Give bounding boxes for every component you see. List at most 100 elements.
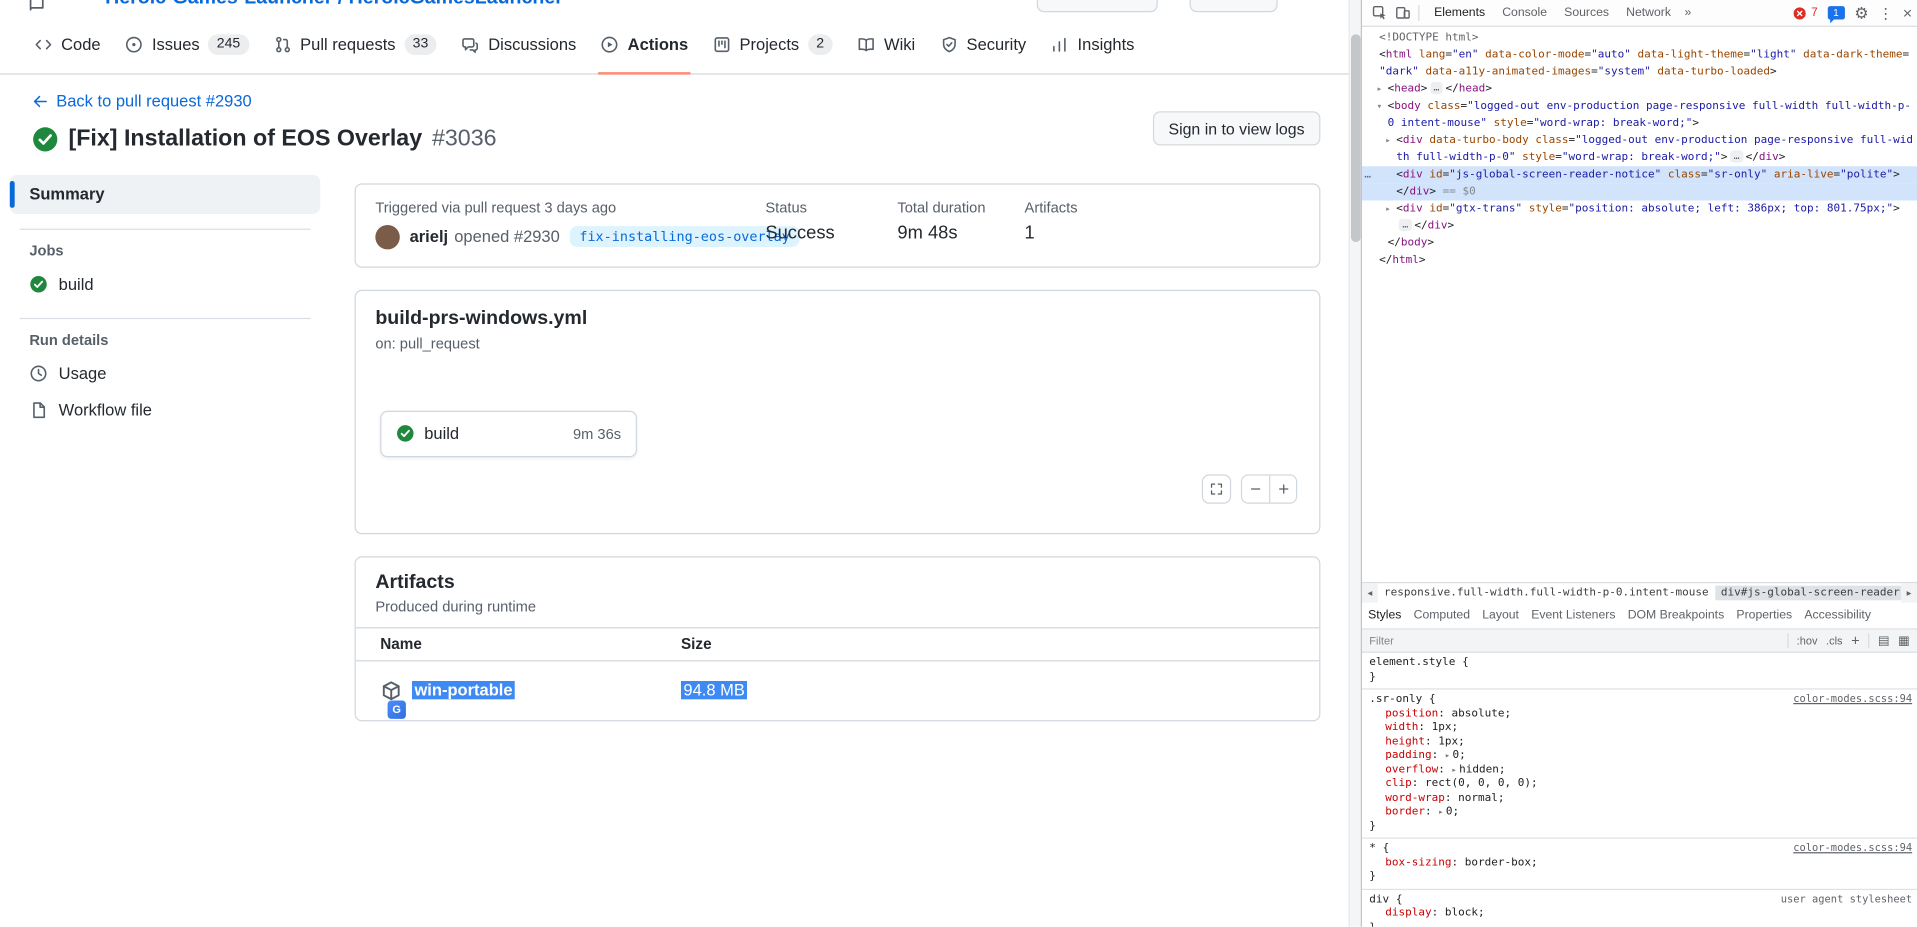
- artifact-row: win-portable 94.8 MB: [356, 661, 1319, 720]
- css-property[interactable]: box-sizing: border-box;: [1369, 856, 1912, 870]
- dom-tree-line[interactable]: 0 intent-mouse" style="word-wrap: break-…: [1362, 115, 1917, 132]
- twisty-collapsed-icon[interactable]: ▸: [1385, 201, 1391, 218]
- fullscreen-button[interactable]: [1201, 473, 1232, 504]
- styles-tab-styles[interactable]: Styles: [1362, 603, 1408, 629]
- css-property[interactable]: border: ▸ 0;: [1369, 806, 1912, 820]
- device-toolbar-icon[interactable]: [1395, 5, 1411, 21]
- issues-bubble-icon[interactable]: 1: [1827, 6, 1845, 24]
- inline-expand-ellipsis[interactable]: …: [1429, 81, 1444, 95]
- sidebar-item-usage[interactable]: Usage: [10, 355, 321, 392]
- settings-gear-icon[interactable]: [1854, 0, 1868, 26]
- tab-wiki[interactable]: Wiki: [845, 15, 928, 74]
- inspect-icon[interactable]: [1372, 5, 1388, 21]
- dom-tree-line[interactable]: </html>: [1362, 252, 1917, 269]
- new-style-rule-icon[interactable]: [1851, 632, 1860, 649]
- devtools-tab-elements[interactable]: Elements: [1426, 0, 1494, 26]
- filter-toggle-cls[interactable]: .cls: [1826, 635, 1843, 647]
- stylesheet-source-link[interactable]: color-modes.scss:94: [1793, 842, 1912, 856]
- artifact-name-link[interactable]: win-portable: [412, 680, 516, 700]
- sidebar-job-build[interactable]: build: [10, 266, 321, 303]
- dom-tree-line[interactable]: th full-width-p-0" style="word-wrap: bre…: [1362, 149, 1917, 166]
- devtools-tab-network[interactable]: Network: [1618, 0, 1680, 26]
- css-property[interactable]: display: block;: [1369, 907, 1912, 921]
- styles-tab-computed[interactable]: Computed: [1407, 603, 1476, 629]
- sign-in-to-view-logs-button[interactable]: Sign in to view logs: [1152, 111, 1321, 146]
- dom-tree-line[interactable]: … </div>: [1362, 218, 1917, 235]
- avatar[interactable]: [375, 224, 400, 249]
- styles-tab-layout[interactable]: Layout: [1476, 603, 1525, 629]
- google-translate-icon[interactable]: [387, 699, 406, 719]
- dom-tree-line[interactable]: ▸ <div id="gtx-trans" style="position: ab…: [1362, 201, 1917, 218]
- zoom-out-button[interactable]: [1242, 474, 1270, 502]
- dom-tree-line[interactable]: … <div id="js-global-screen-reader-notice…: [1361, 166, 1917, 184]
- tab-security[interactable]: Security: [927, 15, 1038, 74]
- tab-issues[interactable]: Issues 245: [113, 15, 261, 74]
- more-tabs-icon[interactable]: [1680, 6, 1697, 19]
- dom-tree-line[interactable]: ▾ <body class="logged-out env-production …: [1362, 98, 1917, 115]
- styles-tab-event-listeners[interactable]: Event Listeners: [1525, 603, 1622, 629]
- repo-breadcrumb-link[interactable]: Heroic-Games-Launcher / HeroicGamesLaunc…: [105, 0, 563, 10]
- inline-expand-ellipsis[interactable]: …: [1398, 218, 1412, 232]
- back-to-pr-link[interactable]: Back to pull request #2930: [32, 92, 252, 110]
- tab-projects[interactable]: Projects 2: [700, 15, 844, 74]
- css-rule: .sr-only {color-modes.scss:94 position: a…: [1361, 690, 1917, 839]
- computed-styles-icon[interactable]: [1878, 634, 1890, 647]
- author-link[interactable]: arielj: [410, 227, 449, 245]
- devtools-menu-icon[interactable]: [1878, 0, 1893, 26]
- job-node-build[interactable]: build 9m 36s: [380, 410, 637, 457]
- rule-close-brace: }: [1369, 870, 1376, 883]
- styles-tab-dom-breakpoints[interactable]: DOM Breakpoints: [1622, 603, 1731, 629]
- shorthand-expand-icon[interactable]: ▸: [1451, 765, 1456, 775]
- dom-tree-line[interactable]: <html lang="en" data-color-mode="auto" d…: [1362, 46, 1917, 63]
- rule-selector[interactable]: element.style: [1369, 657, 1455, 671]
- css-property[interactable]: overflow: ▸ hidden;: [1369, 764, 1912, 778]
- css-property[interactable]: width: 1px;: [1369, 721, 1912, 735]
- rule-selector[interactable]: .sr-only: [1369, 693, 1422, 707]
- console-errors-badge[interactable]: 7: [1793, 6, 1818, 21]
- sidebar-item-summary[interactable]: Summary: [9, 174, 321, 214]
- scrollbar-thumb[interactable]: [1350, 34, 1361, 243]
- clipped-header-button[interactable]: [1036, 0, 1158, 13]
- twisty-collapsed-icon[interactable]: ▸: [1385, 132, 1391, 149]
- twisty-collapsed-icon[interactable]: ▸: [1377, 81, 1383, 98]
- shorthand-expand-icon[interactable]: ▸: [1445, 751, 1450, 761]
- breadcrumb-item[interactable]: div#js-global-screen-reader-notice.sr-on…: [1714, 585, 1902, 601]
- sidebar-item-workflow-file[interactable]: Workflow file: [10, 392, 321, 429]
- tab-actions[interactable]: Actions: [589, 15, 701, 75]
- tab-code[interactable]: Code: [22, 15, 113, 74]
- dom-tree-line[interactable]: <!DOCTYPE html>: [1362, 29, 1917, 46]
- tab-pull-requests[interactable]: Pull requests 33: [261, 15, 449, 74]
- dom-tree-line[interactable]: ▸ <div data-turbo-body class="logged-out …: [1362, 132, 1917, 149]
- styles-tab-accessibility[interactable]: Accessibility: [1798, 603, 1877, 629]
- tab-discussions[interactable]: Discussions: [449, 15, 588, 74]
- page-scrollbar[interactable]: [1348, 0, 1361, 927]
- tab-insights[interactable]: Insights: [1038, 15, 1146, 74]
- devtools-tab-console[interactable]: Console: [1494, 0, 1556, 26]
- styles-tab-properties[interactable]: Properties: [1730, 603, 1798, 629]
- breadcrumb-scroll-right-icon[interactable]: [1901, 583, 1917, 603]
- styles-filter-input[interactable]: [1369, 634, 1779, 647]
- dom-tree-line[interactable]: "dark" data-a11y-animated-images="system…: [1362, 64, 1917, 81]
- css-property[interactable]: padding: ▸ 0;: [1369, 749, 1912, 763]
- inline-expand-ellipsis[interactable]: …: [1729, 150, 1744, 163]
- twisty-expanded-icon[interactable]: ▾: [1377, 98, 1383, 115]
- shorthand-expand-icon[interactable]: ▸: [1438, 807, 1443, 817]
- filter-toggle-hov[interactable]: :hov: [1797, 635, 1818, 647]
- devtools-close-icon[interactable]: [1903, 0, 1912, 26]
- clipped-header-button[interactable]: [1189, 0, 1278, 13]
- dom-tree-line[interactable]: </body>: [1362, 235, 1917, 252]
- grid-overlay-icon[interactable]: [1898, 634, 1910, 647]
- dom-tree-line[interactable]: </div> == $0: [1361, 183, 1917, 201]
- rule-selector[interactable]: div: [1369, 893, 1389, 907]
- breadcrumb-scroll-left-icon[interactable]: [1361, 583, 1378, 603]
- stylesheet-source-link[interactable]: color-modes.scss:94: [1793, 693, 1912, 707]
- breadcrumb-item[interactable]: responsive.full-width.full-width-p-0.int…: [1378, 586, 1715, 601]
- zoom-in-button[interactable]: [1269, 474, 1296, 502]
- css-property[interactable]: clip: rect(0, 0, 0, 0);: [1369, 778, 1912, 792]
- devtools-tab-sources[interactable]: Sources: [1556, 0, 1618, 26]
- css-property[interactable]: word-wrap: normal;: [1369, 792, 1912, 806]
- rule-selector[interactable]: *: [1369, 842, 1376, 856]
- css-property[interactable]: position: absolute;: [1369, 707, 1912, 721]
- css-property[interactable]: height: 1px;: [1369, 735, 1912, 749]
- dom-tree-line[interactable]: ▸ <head>… </head>: [1362, 81, 1917, 98]
